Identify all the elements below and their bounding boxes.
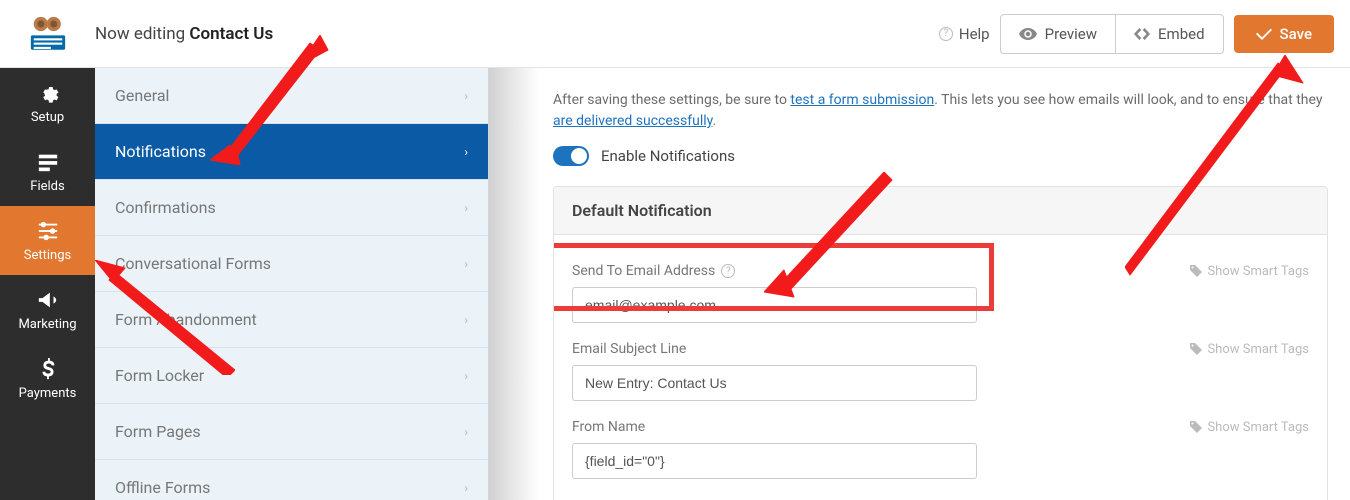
- rail-setup[interactable]: Setup: [0, 68, 95, 137]
- tag-icon: [1190, 421, 1202, 433]
- side-item-pages[interactable]: Form Pages›: [95, 404, 488, 460]
- rail-settings[interactable]: Settings: [0, 206, 95, 275]
- chevron-right-icon: ›: [464, 201, 468, 215]
- side-panel: General› Notifications› Confirmations› C…: [95, 68, 489, 500]
- code-icon: [1134, 28, 1150, 40]
- rail-fields[interactable]: Fields: [0, 137, 95, 206]
- fields-icon: [37, 151, 59, 173]
- intro-text: After saving these settings, be sure to …: [553, 90, 1328, 132]
- content-area: After saving these settings, be sure to …: [489, 68, 1350, 500]
- bullhorn-icon: [37, 289, 59, 311]
- page-title: Now editing Contact Us: [95, 24, 273, 44]
- help-icon: ?: [939, 27, 953, 41]
- tag-icon: [1190, 265, 1202, 277]
- input-send-to[interactable]: [572, 287, 977, 323]
- link-delivered[interactable]: are delivered successfully: [553, 113, 713, 129]
- preview-button[interactable]: Preview: [1001, 15, 1115, 53]
- help-icon: ?: [721, 264, 735, 278]
- enable-notifications-toggle[interactable]: [553, 146, 589, 166]
- input-subject[interactable]: [572, 365, 977, 401]
- label-subject: Email Subject Line: [572, 341, 686, 357]
- dollar-icon: [40, 358, 56, 380]
- chevron-right-icon: ›: [464, 257, 468, 271]
- tag-icon: [1190, 343, 1202, 355]
- smart-tags-subject[interactable]: Show Smart Tags: [1190, 342, 1309, 357]
- notification-panel: Default Notification Send To Email Addre…: [553, 186, 1328, 500]
- side-item-locker[interactable]: Form Locker›: [95, 348, 488, 404]
- save-button[interactable]: Save: [1234, 15, 1334, 53]
- embed-button[interactable]: Embed: [1115, 15, 1223, 53]
- smart-tags-from-name[interactable]: Show Smart Tags: [1190, 420, 1309, 435]
- left-rail: Setup Fields Settings Marketing Payments: [0, 68, 95, 500]
- label-send-to: Send To Email Address ?: [572, 263, 735, 279]
- input-from-name[interactable]: [572, 443, 977, 479]
- help-link[interactable]: ? Help: [939, 25, 990, 43]
- check-icon: [1256, 28, 1272, 40]
- chevron-right-icon: ›: [464, 89, 468, 103]
- side-item-offline[interactable]: Offline Forms›: [95, 460, 488, 500]
- gear-icon: [37, 82, 59, 104]
- chevron-right-icon: ›: [464, 369, 468, 383]
- enable-notifications-label: Enable Notifications: [601, 147, 735, 165]
- side-item-notifications[interactable]: Notifications›: [95, 124, 488, 180]
- side-item-general[interactable]: General›: [95, 68, 488, 124]
- link-test-submission[interactable]: test a form submission: [790, 92, 934, 108]
- eye-icon: [1019, 28, 1037, 40]
- chevron-right-icon: ›: [464, 425, 468, 439]
- label-from-name: From Name: [572, 419, 645, 435]
- side-item-abandonment[interactable]: Form Abandonment›: [95, 292, 488, 348]
- smart-tags-send-to[interactable]: Show Smart Tags: [1190, 264, 1309, 279]
- chevron-right-icon: ›: [464, 481, 468, 495]
- side-item-confirmations[interactable]: Confirmations›: [95, 180, 488, 236]
- chevron-right-icon: ›: [464, 145, 468, 159]
- panel-title: Default Notification: [554, 187, 1327, 235]
- chevron-right-icon: ›: [464, 313, 468, 327]
- side-item-conversational[interactable]: Conversational Forms›: [95, 236, 488, 292]
- app-logo: [0, 0, 95, 68]
- rail-marketing[interactable]: Marketing: [0, 275, 95, 344]
- sliders-icon: [37, 220, 59, 242]
- rail-payments[interactable]: Payments: [0, 344, 95, 413]
